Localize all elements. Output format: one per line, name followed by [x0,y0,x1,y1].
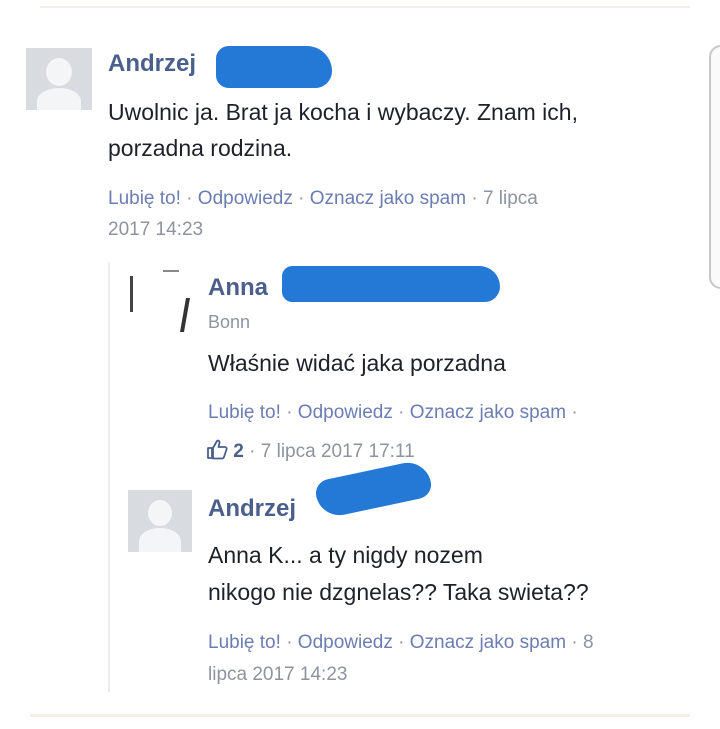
redaction-mark [313,458,434,520]
like-link[interactable]: Lubię to! [208,402,281,423]
bottom-divider [30,714,690,717]
reply-link[interactable]: Odpowiedz [198,188,293,209]
top-divider [40,6,690,8]
reply-link[interactable]: Odpowiedz [298,402,393,423]
like-link[interactable]: Lubię to! [108,188,181,209]
reaction-row: 2 · 7 lipca 2017 17:11 [206,436,415,467]
thumbs-up-icon[interactable] [206,438,228,460]
avatar[interactable] [26,48,92,110]
scrollbar[interactable] [709,45,720,289]
mark-spam-link[interactable]: Oznacz jako spam [310,188,466,209]
comment-text-line: nikogo nie dzgnelas?? Taka swieta?? [208,579,589,605]
timestamp[interactable]: 8 [583,632,594,653]
redaction-mark [282,266,500,302]
timestamp[interactable]: 7 lipca [483,188,538,209]
comment-text-line: Uwolnic ja. Brat ja kocha i wybaczy. Zna… [108,99,578,125]
comment-author[interactable]: Anna [208,274,268,302]
comment-author[interactable]: Andrzej [108,50,196,78]
avatar[interactable] [128,490,192,552]
avatar[interactable] [128,268,193,333]
comment-actions: Lubię to! · Odpowiedz · Oznacz jako spam… [108,188,538,209]
timestamp-line2[interactable]: 2017 14:23 [108,219,203,240]
reply-thread-line [108,262,110,692]
timestamp-continued: 2017 14:23 [108,214,203,245]
timestamp[interactable]: 7 lipca 2017 17:11 [261,441,415,462]
comment-text-line: Anna K... a ty nigdy nozem [208,542,483,568]
comment-location: Bonn [208,312,251,332]
mark-spam-link[interactable]: Oznacz jako spam [410,632,566,653]
redaction-mark [216,46,332,88]
timestamp-continued: lipca 2017 14:23 [208,659,347,690]
timestamp-line2[interactable]: lipca 2017 14:23 [208,664,347,685]
comment-text-line: porzadna rodzina. [108,135,293,161]
reply-link[interactable]: Odpowiedz [298,632,393,653]
comment-actions: Lubię to! · Odpowiedz · Oznacz jako spam… [208,632,594,653]
like-count[interactable]: 2 [233,441,244,462]
comment-actions: Lubię to! · Odpowiedz · Oznacz jako spam… [208,402,578,423]
mark-spam-link[interactable]: Oznacz jako spam [410,402,566,423]
comment-text-line: Właśnie widać jaka porzadna [208,350,506,376]
like-link[interactable]: Lubię to! [208,632,281,653]
comment-author[interactable]: Andrzej [208,495,296,523]
